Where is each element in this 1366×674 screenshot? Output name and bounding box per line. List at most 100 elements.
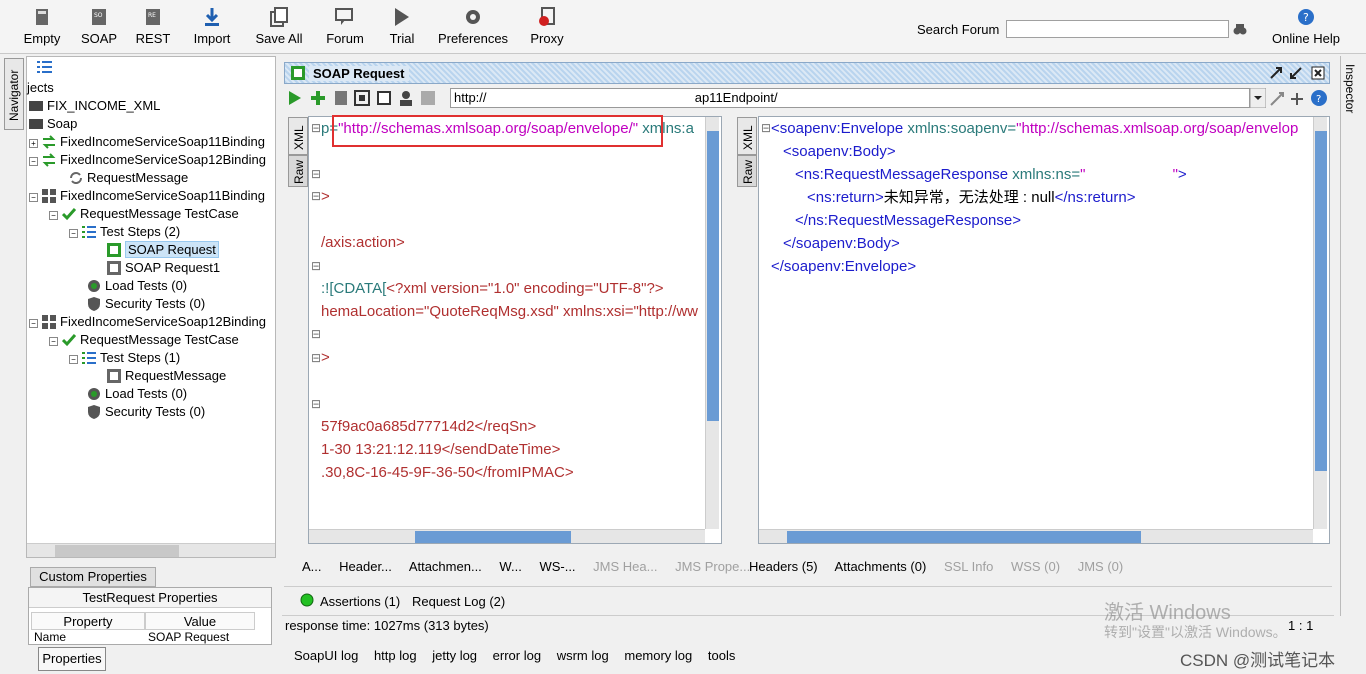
tree-binding-soap11[interactable]: + FixedIncomeServiceSoap11Binding (29, 133, 265, 151)
fold-marker[interactable]: ⊟ (761, 121, 771, 135)
rest-button[interactable]: RE REST (134, 6, 172, 50)
collapse-icon[interactable]: − (69, 229, 78, 238)
soap-button[interactable]: SO SOAP (80, 6, 118, 50)
request-hscroll[interactable] (309, 529, 705, 543)
request-hscroll-thumb[interactable] (415, 531, 571, 543)
collapse-icon[interactable]: − (29, 193, 38, 202)
response-hscroll-thumb[interactable] (787, 531, 1141, 543)
proxy-button[interactable]: Proxy (526, 6, 568, 50)
tree-testcase-2[interactable]: − RequestMessage TestCase (49, 331, 239, 349)
collapse-icon[interactable]: − (49, 337, 58, 346)
tab-response-headers[interactable]: Headers (5) (749, 559, 818, 574)
collapse-icon[interactable]: − (49, 211, 58, 220)
expand-icon[interactable]: + (29, 139, 38, 148)
add-icon[interactable] (310, 90, 326, 106)
plus-icon[interactable] (1290, 92, 1304, 106)
tree-binding-soap12[interactable]: − FixedIncomeServiceSoap12Binding (29, 151, 266, 169)
property-column-header[interactable]: Property (31, 612, 145, 630)
search-forum-input[interactable] (1006, 20, 1229, 38)
user-icon[interactable] (398, 90, 414, 106)
save-all-button[interactable]: Save All (252, 6, 306, 50)
tree-security-tests-1[interactable]: Security Tests (0) (87, 295, 205, 313)
grey-box-icon[interactable] (420, 90, 436, 106)
tree-operation-request-message[interactable]: RequestMessage (69, 169, 188, 187)
custom-properties-tab[interactable]: Custom Properties (30, 567, 156, 587)
tree-test-steps-2[interactable]: − Test Steps (1) (69, 349, 180, 367)
fold-marker[interactable]: ⊟ (311, 121, 321, 135)
edit-endpoint-icon[interactable] (1270, 92, 1284, 106)
import-button[interactable]: Import (188, 6, 236, 50)
close-icon[interactable] (1311, 66, 1325, 80)
online-help-button[interactable]: ? Online Help (1270, 6, 1342, 50)
collapse-icon[interactable]: − (69, 355, 78, 364)
wsa-icon[interactable] (334, 90, 348, 106)
navigator-hscroll[interactable] (27, 543, 275, 557)
tab-response-attachments[interactable]: Attachments (0) (835, 559, 927, 574)
property-name-cell[interactable]: Name (31, 630, 145, 644)
response-xml-editor[interactable]: ⊟ <soapenv:Envelope xmlns:soapenv="http:… (758, 116, 1330, 544)
response-hscroll[interactable] (759, 529, 1313, 543)
request-xml-editor[interactable]: ⊟ ⊟ ⊟ ⊟ ⊟ ⊟ ⊟ p="http://schemas.xmlsoap.… (308, 116, 722, 544)
request-raw-tab[interactable]: Raw (288, 155, 308, 187)
response-xml-tab[interactable]: XML (737, 117, 757, 155)
navigator-tab[interactable]: Navigator (4, 58, 24, 130)
tab-jms-properties[interactable]: JMS Prope... (675, 559, 750, 574)
tab-response-wss[interactable]: WSS (0) (1011, 559, 1060, 574)
fold-marker[interactable]: ⊟ (311, 189, 321, 203)
response-vscroll[interactable] (1313, 117, 1327, 529)
tree-project-fix-income[interactable]: FIX_INCOME_XML (29, 97, 160, 115)
tab-wsrm-log[interactable]: wsrm log (557, 648, 609, 663)
empty-button[interactable]: Empty (22, 6, 62, 50)
endpoint-url-field[interactable]: http:// ap11Endpoint/ (450, 88, 1250, 108)
tab-response-jms[interactable]: JMS (0) (1078, 559, 1124, 574)
tab-jetty-log[interactable]: jetty log (432, 648, 477, 663)
fold-marker[interactable]: ⊟ (311, 397, 321, 411)
tab-memory-log[interactable]: memory log (624, 648, 692, 663)
list-view-icon[interactable] (37, 61, 53, 73)
request-vscroll-thumb[interactable] (707, 131, 719, 421)
binoculars-icon[interactable] (1233, 22, 1247, 36)
undock-icon[interactable] (1269, 66, 1283, 80)
trial-button[interactable]: Trial (384, 6, 420, 50)
assertions-tab[interactable]: Assertions (1) (320, 594, 400, 609)
tab-attachments[interactable]: Attachmen... (409, 559, 482, 574)
tree-projects[interactable]: jects (27, 79, 54, 97)
tree-test-steps-1[interactable]: − Test Steps (2) (69, 223, 180, 241)
response-raw-tab[interactable]: Raw (737, 155, 757, 187)
fold-marker[interactable]: ⊟ (311, 259, 321, 273)
tab-soapui-log[interactable]: SoapUI log (294, 648, 358, 663)
tree-testsuite-soap12[interactable]: − FixedIncomeServiceSoap12Binding (29, 313, 266, 331)
property-value-cell[interactable]: SOAP Request (145, 630, 255, 644)
tab-http-log[interactable]: http log (374, 648, 417, 663)
tree-security-tests-2[interactable]: Security Tests (0) (87, 403, 205, 421)
help-icon[interactable]: ? (1310, 89, 1328, 107)
run-icon[interactable] (288, 90, 302, 106)
tab-error-log[interactable]: error log (493, 648, 541, 663)
tab-tools[interactable]: tools (708, 648, 735, 663)
stop-icon[interactable] (376, 90, 392, 106)
tree-load-tests-2[interactable]: Load Tests (0) (87, 385, 187, 403)
tree-load-tests-1[interactable]: Load Tests (0) (87, 277, 187, 295)
forum-button[interactable]: Forum (322, 6, 368, 50)
tree-step-request-message[interactable]: RequestMessage (107, 367, 226, 385)
tab-auth[interactable]: A... (302, 559, 322, 574)
fit-icon[interactable] (354, 90, 370, 106)
request-xml-tab[interactable]: XML (288, 117, 308, 155)
collapse-icon[interactable]: − (29, 157, 38, 166)
fold-marker[interactable]: ⊟ (311, 167, 321, 181)
maximize-icon[interactable] (1289, 66, 1303, 80)
tree-testcase-1[interactable]: − RequestMessage TestCase (49, 205, 239, 223)
fold-marker[interactable]: ⊟ (311, 351, 321, 365)
value-column-header[interactable]: Value (145, 612, 255, 630)
tree-testsuite-soap11[interactable]: − FixedIncomeServiceSoap11Binding (29, 187, 265, 205)
tab-jms-headers[interactable]: JMS Hea... (593, 559, 657, 574)
response-vscroll-thumb[interactable] (1315, 131, 1327, 471)
inspector-tab[interactable]: Inspector (1340, 56, 1362, 616)
tab-wss[interactable]: W... (499, 559, 521, 574)
preferences-button[interactable]: Preferences (436, 6, 510, 50)
request-log-tab[interactable]: Request Log (2) (412, 594, 505, 609)
chevron-down-icon[interactable] (1250, 88, 1266, 108)
tree-step-soap-request[interactable]: SOAP Request (107, 241, 219, 259)
tree-soap[interactable]: Soap (29, 115, 77, 133)
tab-ws-addressing[interactable]: WS-... (539, 559, 575, 574)
